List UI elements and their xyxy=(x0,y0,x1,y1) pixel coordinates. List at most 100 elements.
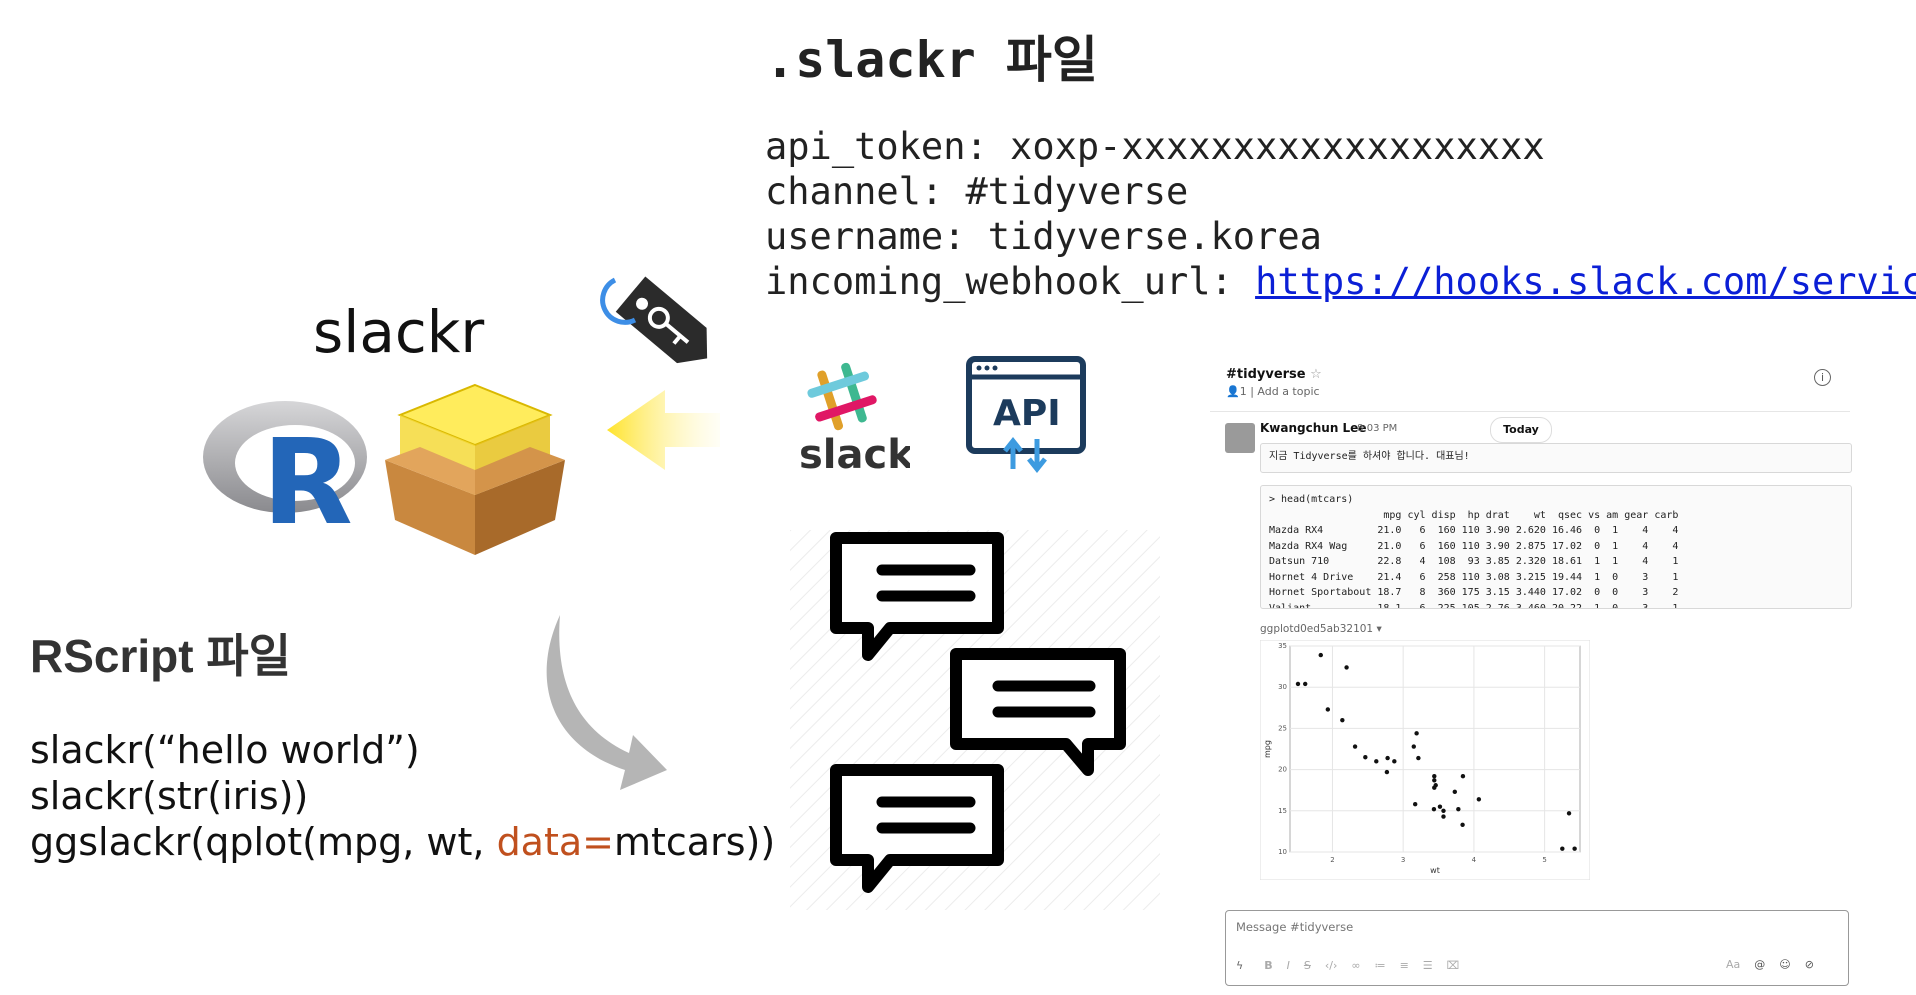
avatar[interactable] xyxy=(1225,423,1255,453)
code-block-icon[interactable]: ⌧ xyxy=(1447,959,1460,972)
code-text: mtcars)) xyxy=(614,820,776,864)
data-point xyxy=(1414,731,1419,736)
header-divider xyxy=(1210,411,1850,412)
y-tick-label: 30 xyxy=(1278,683,1287,691)
plot-file-name: ggplotd0ed5ab32101 xyxy=(1260,623,1374,635)
data-point xyxy=(1318,652,1323,658)
config-line-channel: channel: #tidyverse xyxy=(765,170,1188,213)
config-key: channel: xyxy=(765,170,966,213)
italic-icon[interactable]: I xyxy=(1287,959,1290,972)
data-point xyxy=(1460,822,1465,828)
format-icon[interactable]: Aa xyxy=(1726,958,1740,971)
slack-logo-icon: slack xyxy=(799,362,910,475)
code-output-block: > head(mtcars) mpg cyl disp hp drat wt q… xyxy=(1260,485,1852,609)
composer-actions: Aa @ ☺ ⊘ xyxy=(1726,958,1814,971)
y-axis-label: mpg xyxy=(1263,740,1272,758)
add-topic-link[interactable]: Add a topic xyxy=(1257,385,1319,398)
channel-meta: 👤1 | Add a topic xyxy=(1226,385,1320,398)
caret-down-icon[interactable]: ▾ xyxy=(1376,623,1381,635)
bold-icon[interactable]: B xyxy=(1264,959,1272,972)
message-author[interactable]: Kwangchun Lee xyxy=(1260,421,1366,435)
data-point xyxy=(1385,755,1390,761)
data-point xyxy=(1325,707,1331,712)
config-title: .slackr 파일 xyxy=(765,31,1098,89)
webhook-link[interactable]: https://hooks.slack.com/services/ xyxy=(1255,260,1916,303)
scatter-plot[interactable]: 2 3 4 5 10 15 20 25 30 35 wt mpg xyxy=(1260,640,1590,880)
code-text: slackr(“hello world”) xyxy=(30,728,420,772)
data-point xyxy=(1340,717,1345,723)
data-point xyxy=(1560,846,1565,851)
bullet-list-icon[interactable]: ≡ xyxy=(1400,959,1409,972)
config-key: incoming_webhook_url: xyxy=(765,260,1256,303)
today-divider-pill: Today xyxy=(1490,417,1552,443)
config-key: username: xyxy=(765,215,988,258)
data-point xyxy=(1476,797,1482,802)
emoji-icon[interactable]: ☺ xyxy=(1779,958,1790,971)
plot-file-label[interactable]: ggplotd0ed5ab32101 ▾ xyxy=(1260,623,1382,635)
code-line-2: slackr(str(iris)) xyxy=(30,774,775,820)
channel-name-text: #tidyverse xyxy=(1226,367,1306,382)
data-point xyxy=(1432,773,1437,779)
data-point xyxy=(1460,773,1466,779)
attach-icon[interactable]: ⊘ xyxy=(1805,958,1814,971)
x-tick-label: 2 xyxy=(1330,856,1334,864)
data-point xyxy=(1303,681,1308,687)
config-line-webhook: incoming_webhook_url: https://hooks.slac… xyxy=(765,260,1916,303)
chat-bubbles-icon xyxy=(790,530,1160,910)
quote-icon[interactable]: ☰ xyxy=(1423,959,1433,972)
data-point xyxy=(1432,785,1437,790)
code-output-text: > head(mtcars) mpg cyl disp hp drat wt q… xyxy=(1269,494,1679,609)
star-icon[interactable]: ☆ xyxy=(1310,367,1322,382)
y-tick-label: 15 xyxy=(1278,807,1287,815)
data-point xyxy=(1572,846,1577,851)
data-point xyxy=(1452,789,1458,795)
data-point xyxy=(1411,744,1416,749)
lightning-icon[interactable]: ϟ xyxy=(1236,959,1243,972)
member-icon: 👤 xyxy=(1226,385,1240,398)
x-axis-label: wt xyxy=(1430,866,1440,875)
config-value: tidyverse.korea xyxy=(987,215,1322,258)
link-icon[interactable]: ∞ xyxy=(1351,959,1360,972)
y-tick-label: 35 xyxy=(1278,642,1287,650)
data-point xyxy=(1432,778,1437,783)
slack-wordmark: slack xyxy=(799,432,910,475)
key-tag-icon xyxy=(600,276,708,364)
api-icon: API xyxy=(966,356,1086,473)
ordered-list-icon[interactable]: ≔ xyxy=(1375,959,1386,972)
data-point xyxy=(1431,806,1437,812)
data-point xyxy=(1344,665,1349,670)
composer-toolbar: ϟ B I S ‹/› ∞ ≔ ≡ ☰ ⌧ xyxy=(1236,959,1459,972)
y-tick-label: 10 xyxy=(1278,848,1287,856)
x-tick-label: 4 xyxy=(1472,856,1477,864)
config-line-username: username: tidyverse.korea xyxy=(765,215,1322,258)
config-line-api-token: api_token: xoxp-xxxxxxxxxxxxxxxxxxx xyxy=(765,125,1545,168)
x-tick-label: 5 xyxy=(1542,856,1546,864)
message-input[interactable] xyxy=(1234,919,1798,935)
message-composer[interactable]: ϟ B I S ‹/› ∞ ≔ ≡ ☰ ⌧ Aa @ ☺ ⊘ xyxy=(1225,910,1849,986)
data-point xyxy=(1441,808,1446,813)
code-icon[interactable]: ‹/› xyxy=(1325,959,1338,972)
r-logo-letter: R xyxy=(262,413,353,535)
code-text: slackr(str(iris)) xyxy=(30,774,309,818)
mention-icon[interactable]: @ xyxy=(1754,958,1765,971)
data-point xyxy=(1416,755,1421,761)
package-box-icon xyxy=(385,383,565,555)
config-key: api_token: xyxy=(765,125,1011,168)
api-wordmark: API xyxy=(993,393,1061,434)
x-tick-label: 3 xyxy=(1401,856,1405,864)
arrow-left-icon xyxy=(607,390,720,470)
data-point xyxy=(1412,802,1418,807)
code-line-3: ggslackr(qplot(mpg, wt, data=mtcars)) xyxy=(30,820,775,866)
channel-name: #tidyverse ☆ xyxy=(1226,367,1322,382)
data-point xyxy=(1456,806,1461,812)
member-count[interactable]: 1 xyxy=(1240,385,1247,398)
strike-icon[interactable]: S xyxy=(1304,959,1311,972)
config-value: xoxp-xxxxxxxxxxxxxxxxxxx xyxy=(1010,125,1545,168)
info-icon[interactable]: i xyxy=(1814,369,1831,386)
data-point xyxy=(1352,744,1358,749)
data-point xyxy=(1384,769,1390,775)
y-tick-label: 25 xyxy=(1278,724,1287,732)
data-point xyxy=(1363,755,1368,760)
data-point xyxy=(1441,814,1446,819)
data-point xyxy=(1437,804,1443,809)
